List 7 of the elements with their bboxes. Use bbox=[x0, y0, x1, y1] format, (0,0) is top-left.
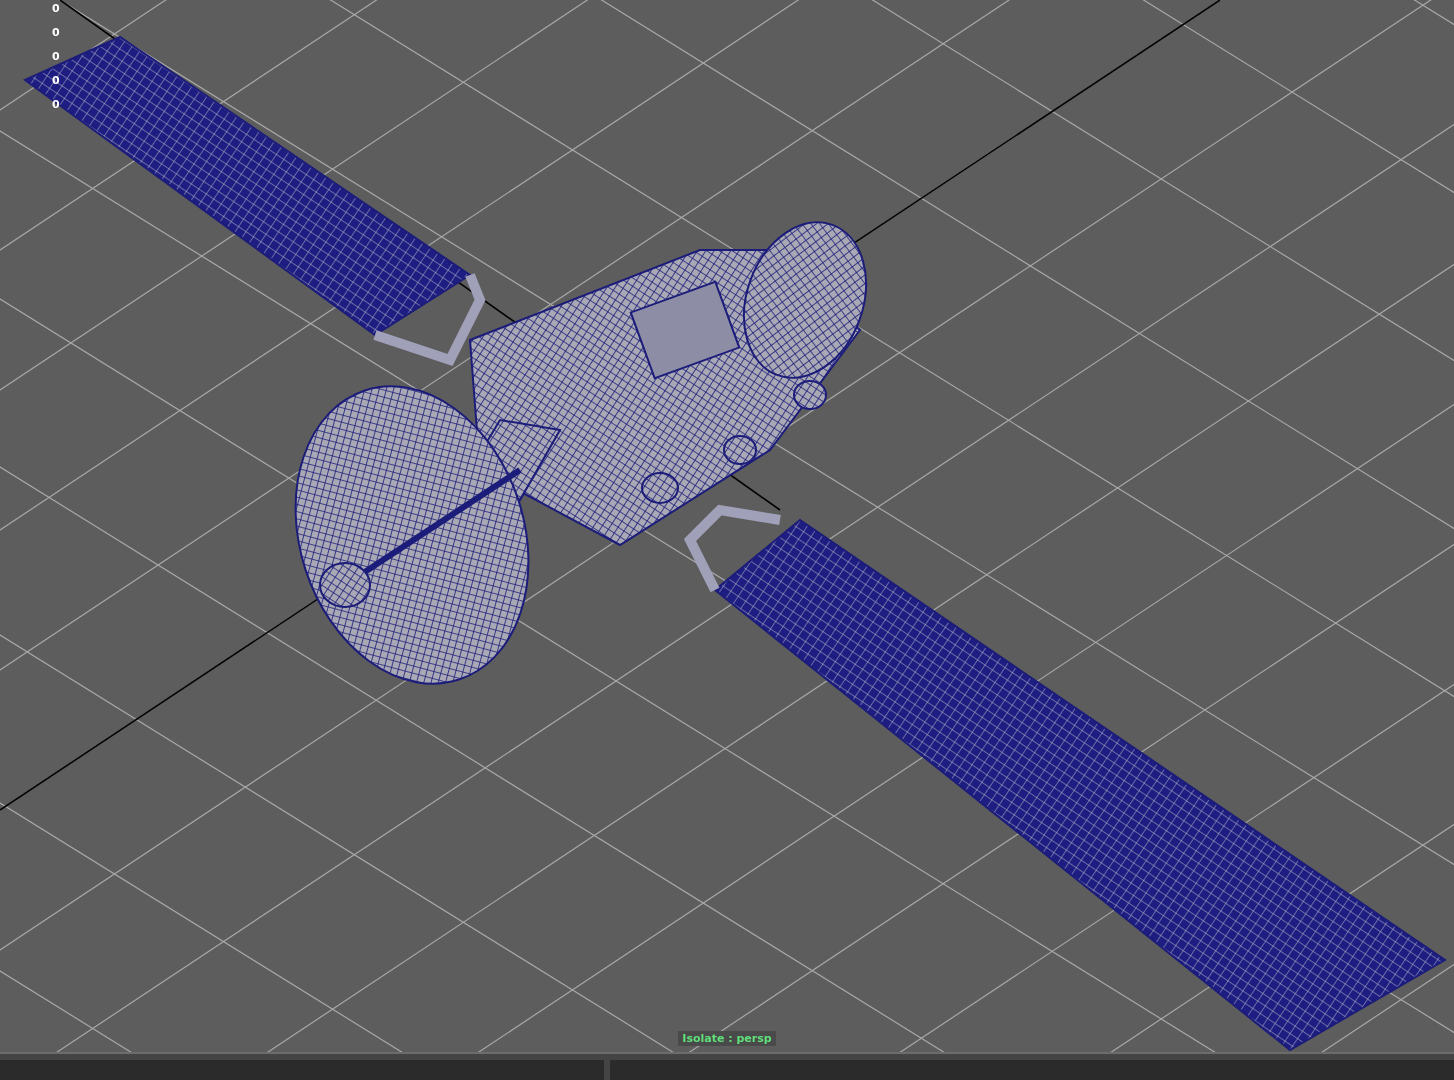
hud-value: 0 bbox=[52, 25, 60, 41]
viewport[interactable]: 0 0 0 0 0 Isolate : persp bbox=[0, 0, 1454, 1052]
hud-value: 0 bbox=[52, 49, 60, 65]
hud-value: 0 bbox=[52, 97, 60, 113]
hud-value: 0 bbox=[52, 73, 60, 89]
hud-value: 0 bbox=[52, 1, 60, 17]
viewport-label: Isolate : persp bbox=[678, 1031, 776, 1046]
